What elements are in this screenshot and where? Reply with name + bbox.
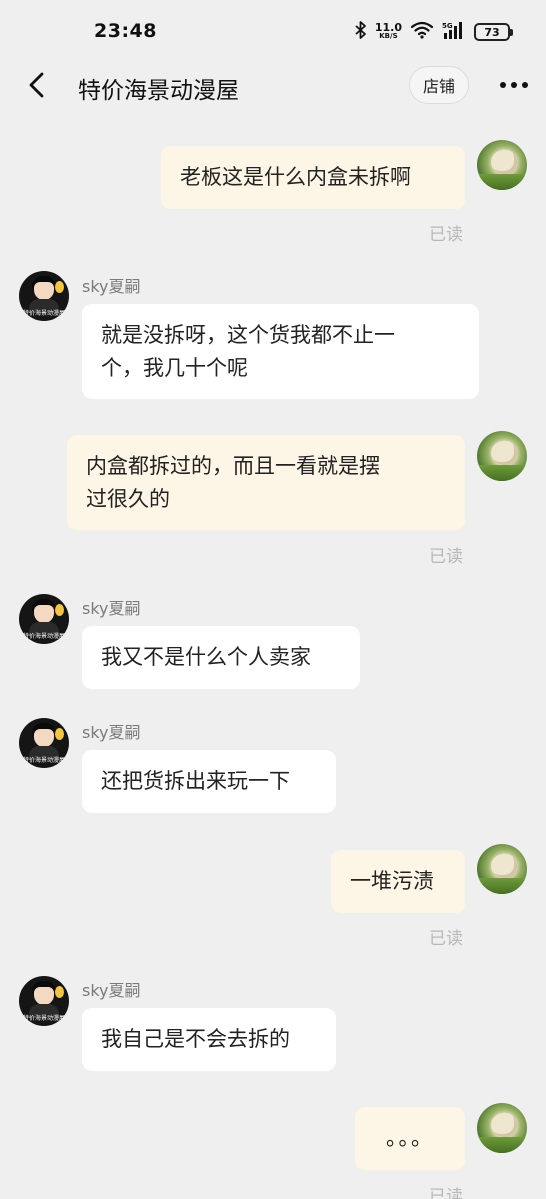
message-text: 老板这是什么内盒未拆啊 [180, 165, 411, 189]
avatar-caption: 特价海景动漫屋 [22, 633, 65, 640]
my-avatar[interactable] [477, 844, 527, 894]
avatar-caption: 特价海景动漫屋 [22, 757, 65, 764]
message-text-line: 个，我几十个呢 [101, 355, 248, 380]
network-type: 5G [442, 22, 453, 30]
message-text: 一堆污渍 [350, 869, 434, 893]
message-text: 。。。 [386, 1126, 434, 1150]
sender-name: sky夏嗣 [82, 981, 141, 1000]
wifi-icon [410, 21, 434, 43]
message-bubble-mine[interactable]: 一堆污渍 [331, 850, 465, 913]
back-button[interactable] [22, 70, 52, 100]
more-icon [500, 82, 506, 88]
status-bar: 23:48 11.0 KB/S 5G 73 [0, 0, 546, 60]
message-text-line: 过很久的 [86, 486, 170, 511]
read-status: 已读 [429, 929, 463, 949]
status-time: 23:48 [94, 20, 157, 42]
message-bubble-mine[interactable]: 老板这是什么内盒未拆啊 [161, 146, 465, 209]
message-text: 我又不是什么个人卖家 [101, 645, 311, 669]
sender-name: sky夏嗣 [82, 599, 141, 618]
message-bubble-mine[interactable]: 内盒都拆过的，而且一看就是摆 过很久的 [67, 435, 465, 530]
more-button[interactable] [494, 70, 534, 100]
store-button[interactable]: 店铺 [409, 66, 469, 104]
chat-screen: 23:48 11.0 KB/S 5G 73 特价海景动漫屋 店铺 老板这是什么内… [0, 0, 546, 1199]
my-avatar[interactable] [477, 140, 527, 190]
chat-header: 特价海景动漫屋 店铺 [0, 60, 546, 112]
battery-icon: 73 [474, 23, 513, 41]
back-arrow-icon [29, 72, 44, 98]
battery-level: 73 [484, 25, 500, 39]
shop-avatar[interactable]: 特价海景动漫屋 [19, 976, 69, 1026]
read-status: 已读 [429, 225, 463, 245]
message-text: 还把货拆出来玩一下 [101, 769, 290, 793]
my-avatar[interactable] [477, 1103, 527, 1153]
message-text-line: 内盒都拆过的，而且一看就是摆 [86, 453, 380, 478]
my-avatar[interactable] [477, 431, 527, 481]
signal-icon: 5G [442, 21, 466, 43]
page-title: 特价海景动漫屋 [78, 78, 239, 104]
message-bubble-shop[interactable]: 就是没拆呀，这个货我都不止一 个，我几十个呢 [82, 304, 479, 399]
message-bubble-shop[interactable]: 我又不是什么个人卖家 [82, 626, 360, 689]
shop-avatar[interactable]: 特价海景动漫屋 [19, 594, 69, 644]
speed-unit: KB/S [379, 32, 398, 40]
read-status: 已读 [429, 547, 463, 567]
sender-name: sky夏嗣 [82, 277, 141, 296]
message-text-line: 就是没拆呀，这个货我都不止一 [101, 322, 395, 347]
shop-avatar[interactable]: 特价海景动漫屋 [19, 718, 69, 768]
message-text: 我自己是不会去拆的 [101, 1027, 290, 1051]
shop-avatar[interactable]: 特价海景动漫屋 [19, 271, 69, 321]
message-bubble-shop[interactable]: 我自己是不会去拆的 [82, 1008, 336, 1071]
speed-value: 11.0 [374, 21, 402, 34]
avatar-caption: 特价海景动漫屋 [22, 1015, 65, 1022]
bluetooth-icon [355, 21, 367, 43]
read-status: 已读 [429, 1187, 463, 1199]
message-bubble-mine[interactable]: 。。。 [355, 1107, 465, 1170]
status-icons: 11.0 KB/S 5G 73 [355, 20, 513, 44]
avatar-caption: 特价海景动漫屋 [22, 310, 65, 317]
message-bubble-shop[interactable]: 还把货拆出来玩一下 [82, 750, 336, 813]
sender-name: sky夏嗣 [82, 723, 141, 742]
network-speed: 11.0 KB/S [374, 21, 402, 41]
